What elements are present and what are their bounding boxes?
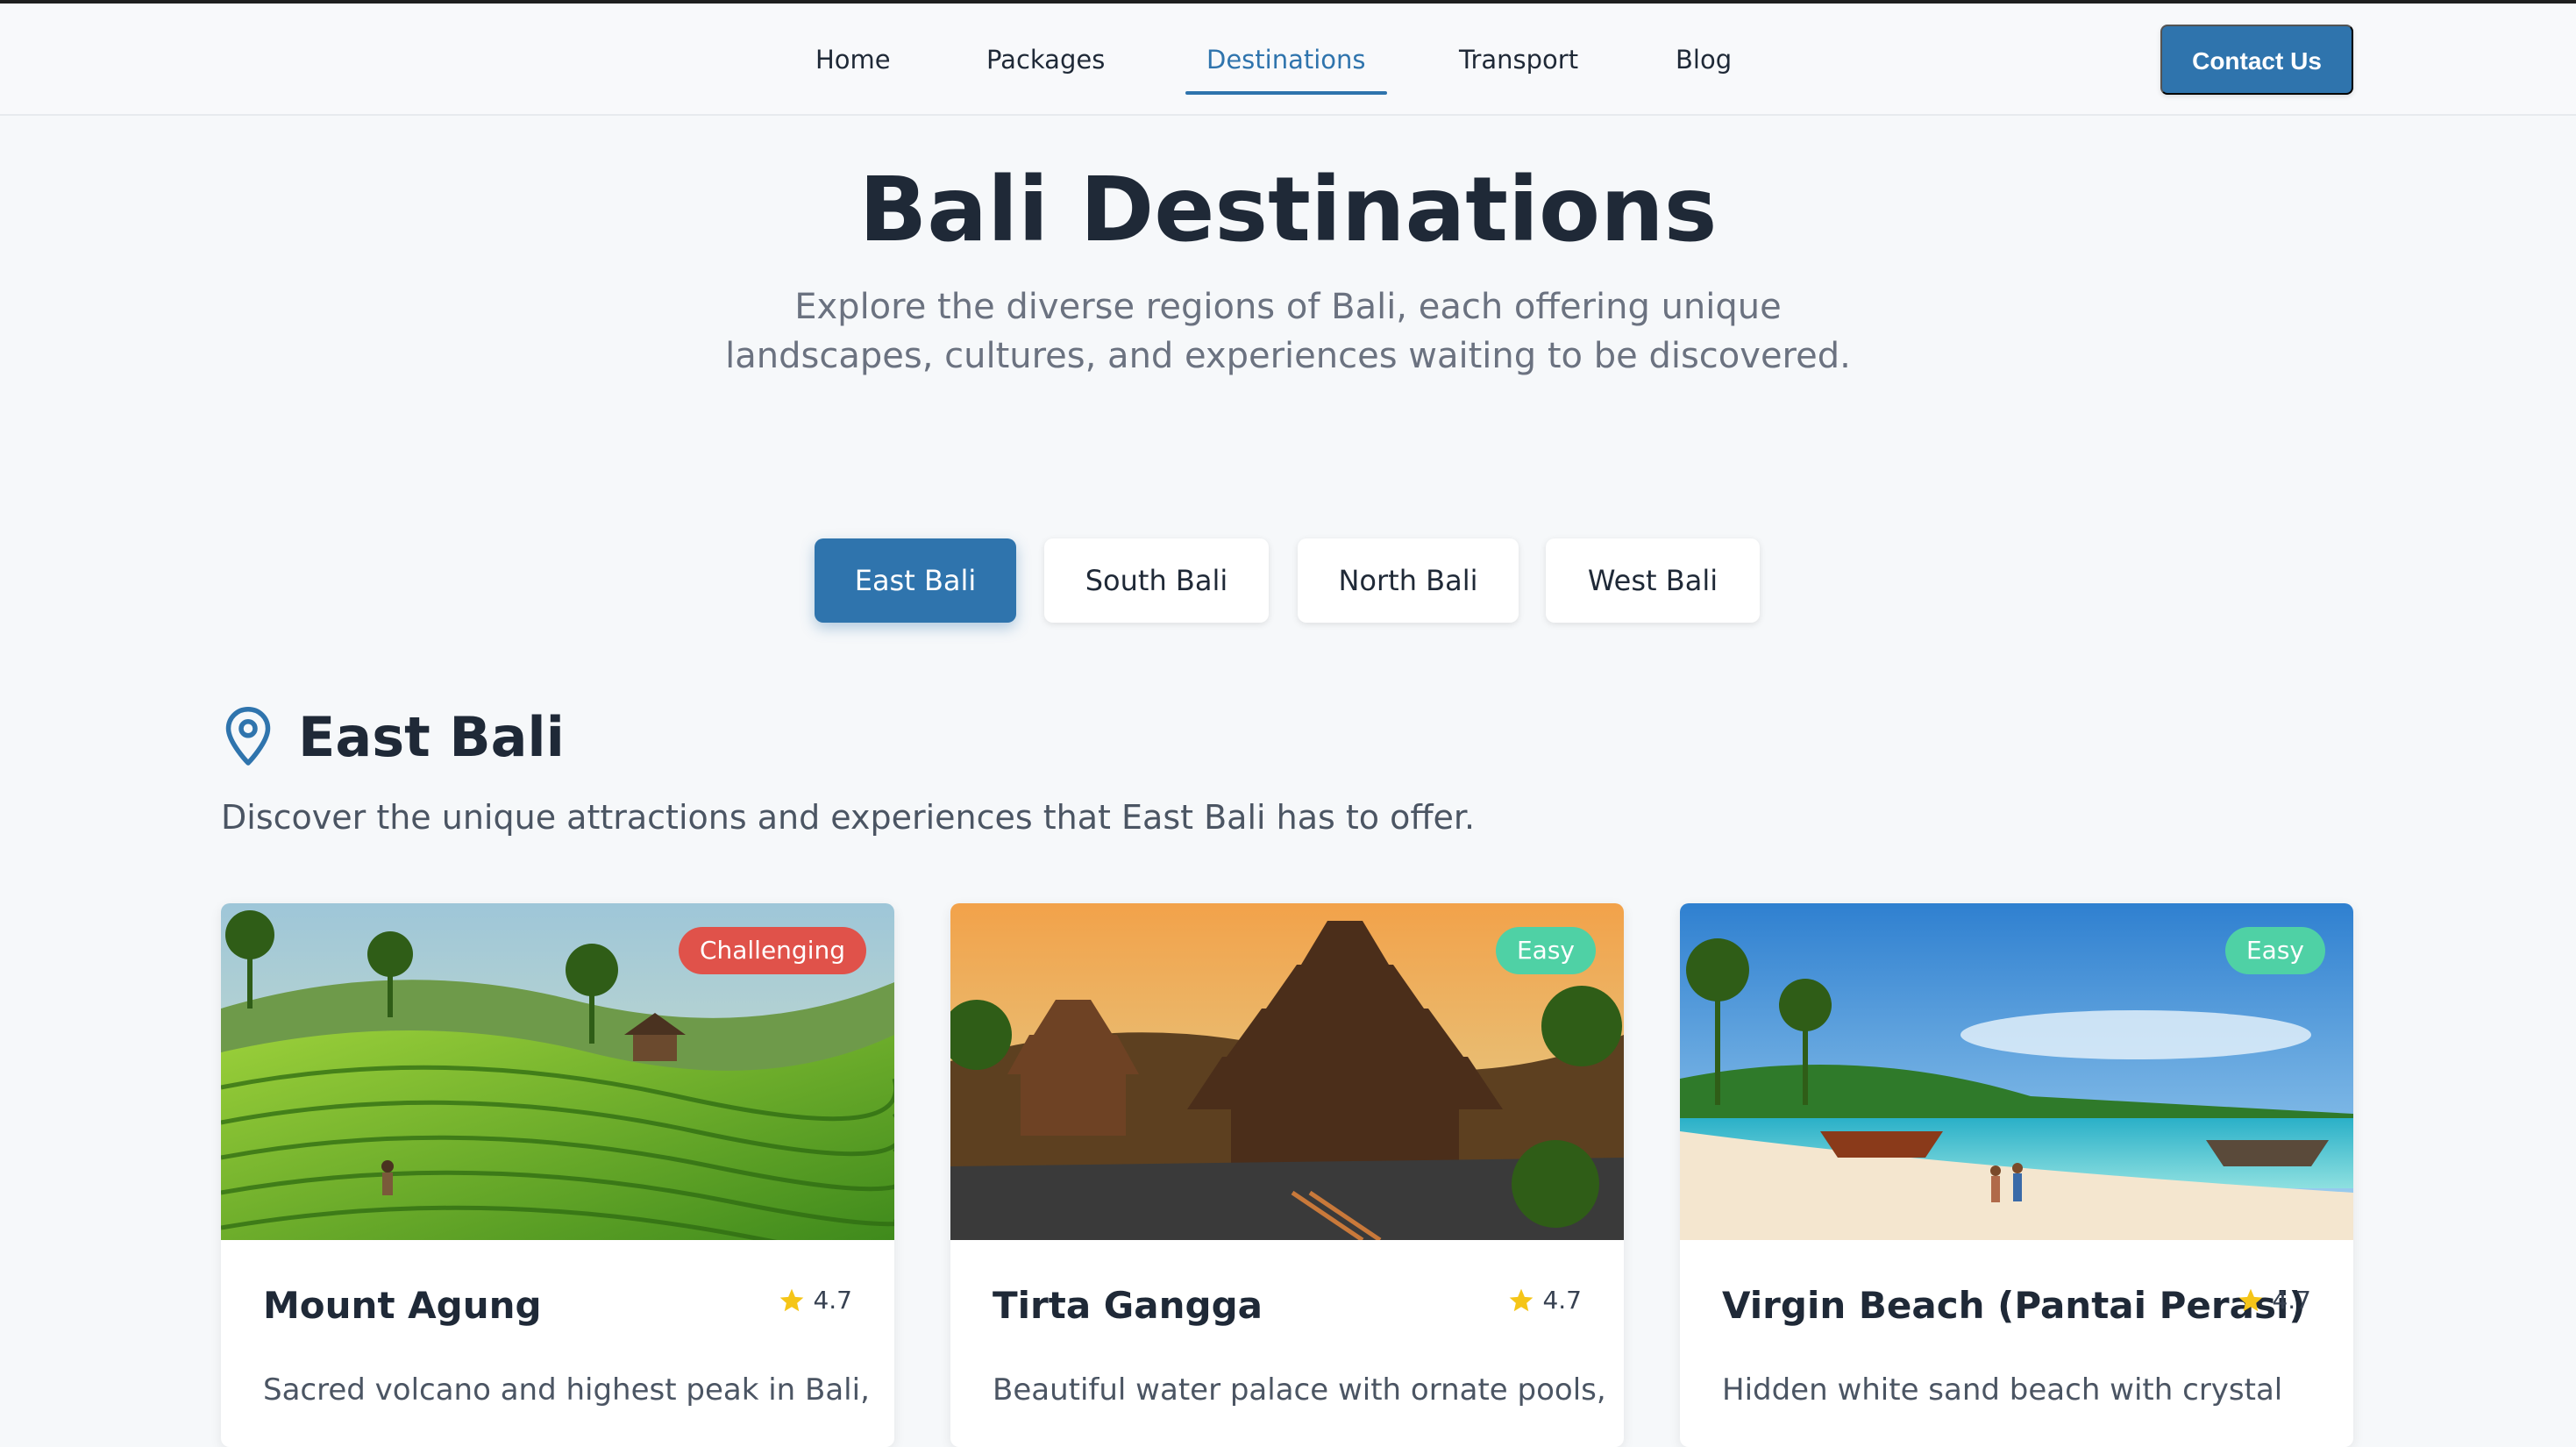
- star-icon: [2239, 1288, 2263, 1311]
- difficulty-badge: Challenging: [678, 927, 866, 974]
- region-description: Discover the unique attractions and expe…: [221, 798, 1476, 837]
- difficulty-badge: Easy: [1495, 927, 1596, 974]
- card-title: Virgin Beach (Pantai Perasi): [1722, 1284, 2306, 1327]
- card-description: Sacred volcano and highest peak in Bali,: [263, 1372, 870, 1408]
- nav-packages-link[interactable]: Packages: [986, 42, 1105, 95]
- destination-card-tirta-gangga[interactable]: Easy Tirta Gangga 4.7 Beautiful water pa…: [950, 903, 1624, 1447]
- tab-south-bali[interactable]: South Bali: [1044, 538, 1269, 623]
- contact-us-button[interactable]: Contact Us: [2160, 25, 2353, 95]
- tab-west-bali[interactable]: West Bali: [1546, 538, 1760, 623]
- tab-east-bali[interactable]: East Bali: [815, 538, 1016, 623]
- rating-value: 4.7: [2272, 1286, 2311, 1315]
- navbar: Home Packages Destinations Transport Blo…: [0, 4, 2576, 116]
- difficulty-badge: Easy: [2224, 927, 2325, 974]
- nav-transport-link[interactable]: Transport: [1459, 42, 1578, 95]
- card-title: Tirta Gangga: [993, 1284, 1263, 1327]
- map-pin-icon: [225, 707, 271, 766]
- nav-destinations-link[interactable]: Destinations: [1185, 42, 1387, 95]
- region-heading: East Bali: [221, 702, 565, 772]
- card-description: Beautiful water palace with ornate pools…: [993, 1372, 1606, 1408]
- nav-blog-link[interactable]: Blog: [1676, 42, 1732, 95]
- card-title: Mount Agung: [263, 1284, 542, 1327]
- card-rating: 4.7: [1507, 1286, 1582, 1315]
- nav-home-link[interactable]: Home: [815, 42, 891, 95]
- tab-north-bali[interactable]: North Bali: [1298, 538, 1519, 623]
- rating-value: 4.7: [813, 1286, 852, 1315]
- star-icon: [780, 1288, 804, 1311]
- page-subtitle: Explore the diverse regions of Bali, eac…: [725, 287, 1851, 376]
- rating-value: 4.7: [1542, 1286, 1582, 1315]
- page-title: Bali Destinations: [858, 158, 1718, 262]
- card-description: Hidden white sand beach with crystal: [1722, 1372, 2283, 1408]
- destination-card-mount-agung[interactable]: Challenging Mount Agung 4.7 Sacred volca…: [221, 903, 894, 1447]
- region-title: East Bali: [298, 704, 565, 769]
- destination-card-virgin-beach[interactable]: Easy Virgin Beach (Pantai Perasi) 4.7 Hi…: [1680, 903, 2353, 1447]
- card-rating: 4.7: [2237, 1286, 2311, 1315]
- card-rating: 4.7: [778, 1286, 852, 1315]
- star-icon: [1510, 1288, 1534, 1311]
